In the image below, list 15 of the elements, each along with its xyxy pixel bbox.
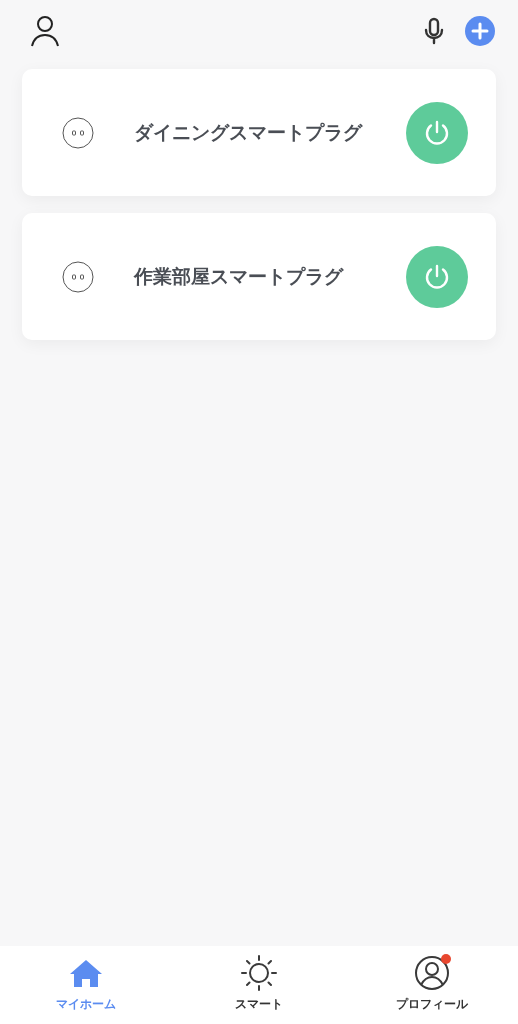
plug-icon xyxy=(62,260,94,293)
sun-icon xyxy=(240,954,278,992)
device-name: ダイニングスマートプラグ xyxy=(134,119,364,145)
device-card[interactable]: 作業部屋スマートプラグ xyxy=(22,213,496,340)
user-icon[interactable] xyxy=(30,15,60,47)
add-icon[interactable] xyxy=(465,16,495,46)
power-icon xyxy=(423,262,451,291)
device-card[interactable]: ダイニングスマートプラグ xyxy=(22,69,496,196)
device-name: 作業部屋スマートプラグ xyxy=(134,263,345,289)
tab[interactable]: プロフィール xyxy=(345,946,518,1024)
tab[interactable]: スマート xyxy=(172,946,346,1024)
profile-icon xyxy=(412,954,451,992)
microphone-icon[interactable] xyxy=(423,17,445,45)
plug-icon xyxy=(62,116,94,149)
power-icon xyxy=(423,118,451,147)
